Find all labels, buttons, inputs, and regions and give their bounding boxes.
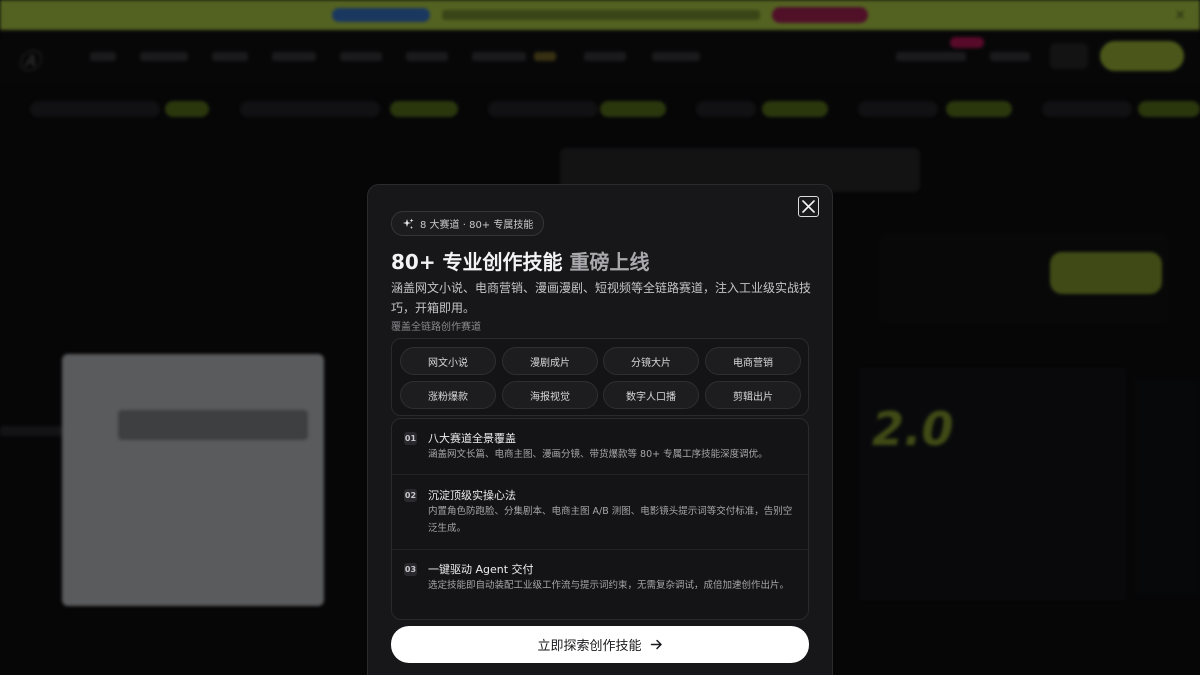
modal-title: 80+ 专业创作技能 重磅上线 [391,246,650,275]
feature-divider [392,474,808,475]
feature-number: 03 [404,563,417,576]
feature-title: 八大赛道全景覆盖 [428,432,516,445]
feature-number: 02 [404,489,417,502]
category-pill[interactable]: 电商营销 [705,347,801,375]
feature-title: 沉淀顶级实操心法 [428,489,516,502]
close-icon-glyph [802,200,815,213]
feature-text: 涵盖网文长篇、电商主图、漫画分镜、带货爆款等 80+ 专属工序技能深度调优。 [428,449,768,460]
category-pill[interactable]: 剪辑出片 [705,381,801,409]
category-pill[interactable]: 网文小说 [400,347,496,375]
category-pill[interactable]: 分镜大片 [603,347,699,375]
tracks-chip-label: 8 大赛道 · 80+ 专属技能 [420,220,534,231]
feature-divider [392,549,808,550]
tracks-chip: 8 大赛道 · 80+ 专属技能 [391,211,545,236]
feature-text: 内置角色防跑脸、分集剧本、电商主图 A/B 测图、电影镜头提示词等交付标准，告别… [428,506,793,534]
close-icon[interactable] [798,196,819,217]
sparkles-icon [402,218,414,229]
feature-list: 01 八大赛道全景覆盖 涵盖网文长篇、电商主图、漫画分镜、带货爆款等 80+ 专… [391,418,809,620]
modal-description: 涵盖网文小说、电商营销、漫画漫剧、短视频等全链路赛道，注入工业级实战技巧，开箱即… [391,281,812,315]
cta-label: 立即探索创作技能 [537,639,642,654]
arrow-right-icon [650,639,662,650]
category-pill[interactable]: 海报视觉 [502,381,598,409]
feature-text: 选定技能即自动装配工业级工作流与提示词约束，无需复杂调试，成倍加速创作出片。 [428,580,790,591]
category-grid: 网文小说 漫剧成片 分镜大片 电商营销 涨粉爆款 海报视觉 数字人口播 剪辑出片 [391,338,809,416]
feature-number: 01 [404,432,417,445]
page: × Ⓐ [0,0,1200,675]
explore-skills-button[interactable]: 立即探索创作技能 [391,626,809,663]
feature-title: 一键驱动 Agent 交付 [428,563,534,576]
category-pill[interactable]: 数字人口播 [603,381,699,409]
category-pill[interactable]: 涨粉爆款 [400,381,496,409]
modal-title-highlight: 重磅上线 [569,250,650,274]
modal-title-main: 80+ 专业创作技能 [391,250,563,274]
categories-subheading: 覆盖全链路创作赛道 [391,322,481,333]
category-pill[interactable]: 漫剧成片 [502,347,598,375]
